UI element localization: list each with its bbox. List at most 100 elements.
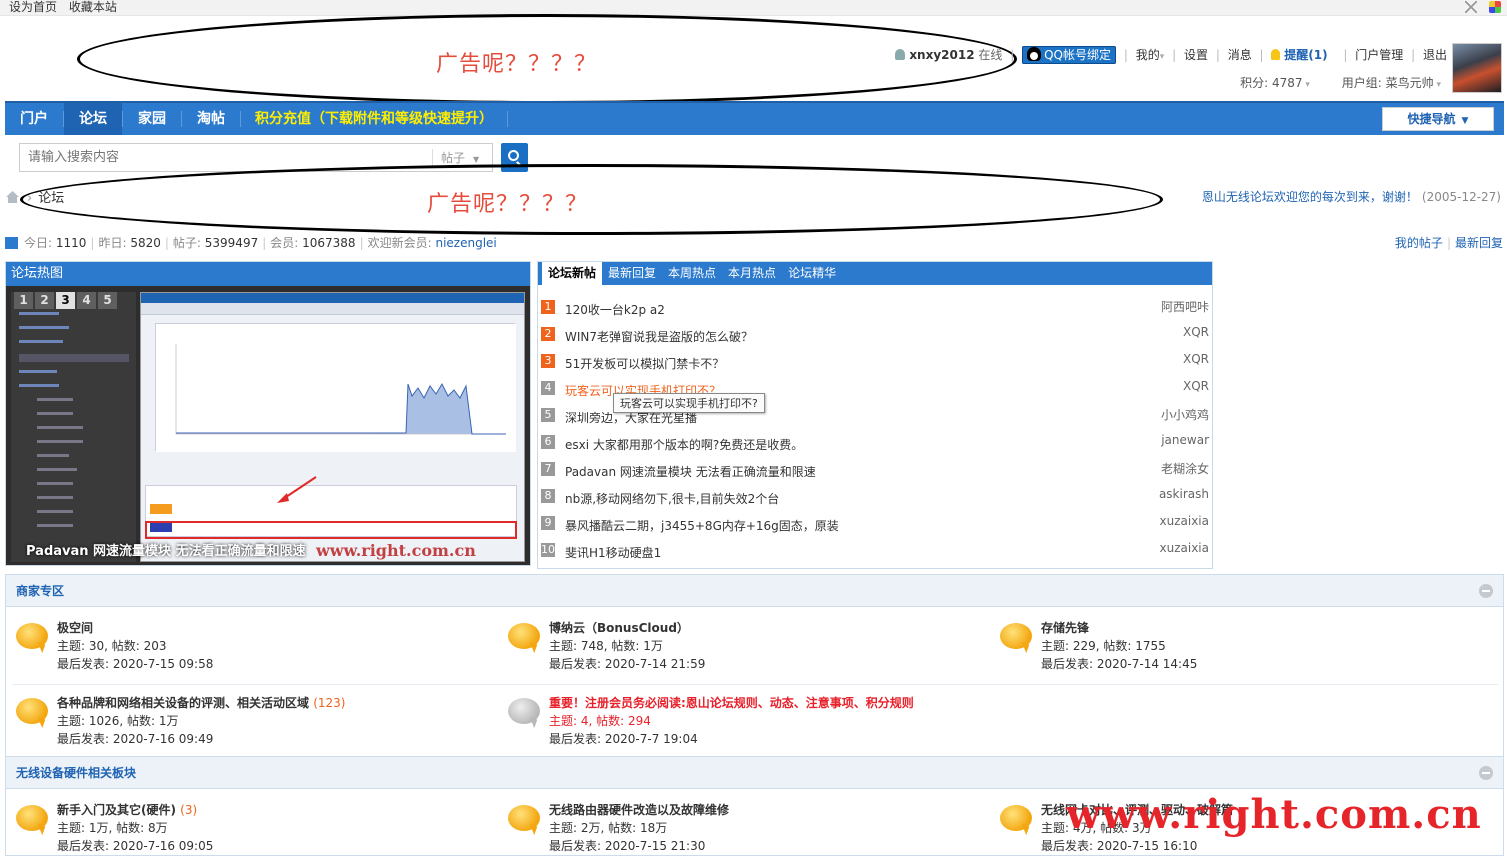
collapse-icon[interactable] [1479, 766, 1493, 780]
hot-page-5[interactable]: 5 [98, 292, 117, 309]
settings-link[interactable]: 设置 [1184, 48, 1208, 62]
thread-author[interactable]: 小小鸡鸡 [1161, 406, 1209, 423]
forum-item: 各种品牌和网络相关设备的评测、相关活动区域 (123) 主题: 1026, 帖数… [16, 694, 486, 754]
thread-title[interactable]: 斐讯H1移动硬盘1 [565, 544, 661, 561]
latest-replies-link[interactable]: 最新回复 [1455, 236, 1503, 250]
forum-item: 极空间 主题: 30, 帖数: 203 最后发表: 2020-7-15 09:5… [16, 619, 486, 679]
forum-last-post[interactable]: 最后发表: 2020-7-15 16:10 [1041, 837, 1197, 854]
thread-title[interactable]: 120收一台k2p a2 [565, 301, 665, 318]
forum-last-post[interactable]: 最后发表: 2020-7-16 09:49 [57, 730, 213, 747]
screenshot-sidebar [11, 292, 136, 562]
reminder-link[interactable]: 提醒(1) [1284, 48, 1327, 62]
nav-home[interactable]: 家园 [123, 103, 181, 135]
tab-digest[interactable]: 论坛精华 [782, 262, 842, 285]
hot-page-2[interactable]: 2 [35, 292, 54, 309]
forum-last-post[interactable]: 最后发表: 2020-7-15 21:30 [549, 837, 705, 854]
thread-item: 8 nb源,移动网络勿下,很卡,目前失效2个台 askirash [538, 485, 1212, 512]
thread-author[interactable]: 老糊涂女 [1161, 460, 1209, 477]
thread-title[interactable]: nb源,移动网络勿下,很卡,目前失效2个台 [565, 490, 779, 507]
screenshot-highlight-box [145, 521, 517, 539]
search-button[interactable] [501, 143, 528, 172]
group-title[interactable]: 商家专区 [6, 575, 1503, 607]
thread-author[interactable]: 阿西吧咔 [1161, 298, 1209, 315]
nav-forum[interactable]: 论坛 [64, 103, 122, 135]
tab-new-threads[interactable]: 论坛新帖 [542, 262, 603, 285]
set-home-link[interactable]: 设为首页 [9, 0, 57, 14]
hot-page-3[interactable]: 3 [56, 292, 75, 309]
thread-item: 9 暴风播酷云二期，j3455+8G内存+16g固态，原装 xuzaixia [538, 512, 1212, 539]
forum-last-post[interactable]: 最后发表: 2020-7-14 21:59 [549, 655, 705, 672]
bar-chart-icon [5, 237, 18, 249]
forum-name[interactable]: 各种品牌和网络相关设备的评测、相关活动区域 [57, 696, 309, 710]
my-menu[interactable]: 我的 [1136, 48, 1160, 62]
tab-monthly-hot[interactable]: 本月热点 [722, 262, 782, 285]
hot-image-panel: 论坛热图 Padavan 网速流量模块 无法看正确流量和限速 www.right… [5, 261, 531, 566]
collapse-icon[interactable] [1479, 584, 1493, 598]
home-icon[interactable] [6, 191, 19, 203]
messages-link[interactable]: 消息 [1228, 48, 1252, 62]
forum-bubble-icon [1000, 805, 1032, 831]
forum-bubble-icon [1000, 623, 1032, 649]
thread-title[interactable]: 51开发板可以模拟门禁卡不？ [565, 355, 724, 372]
forum-name[interactable]: 无线路由器硬件改造以及故障维修 [549, 801, 729, 818]
site-watermark: www.right.com.cn [1066, 791, 1482, 838]
forum-stats: 主题: 229, 帖数: 1755 [1041, 639, 1166, 653]
thread-list-panel: 论坛新帖 最新回复 本周热点 本月热点 论坛精华 1 120收一台k2p a2 阿西吧咔 2… [537, 261, 1213, 569]
thread-title[interactable]: esxi 大家都用那个版本的啊?免费还是收费。 [565, 436, 803, 453]
forum-name[interactable]: 存储先锋 [1041, 619, 1089, 636]
forum-last-post[interactable]: 最后发表: 2020-7-14 14:45 [1041, 655, 1197, 672]
avatar[interactable] [1452, 43, 1502, 93]
nav-taotie[interactable]: 淘帖 [182, 103, 240, 135]
forum-name[interactable]: 重要！注册会员务必阅读:恩山论坛规则、动态、注意事项、积分规则 [549, 694, 914, 711]
nav-portal[interactable]: 门户 [5, 103, 63, 135]
forum-last-post[interactable]: 最后发表: 2020-7-15 09:58 [57, 655, 213, 672]
thread-title[interactable]: WIN7老弹窗说我是盗版的怎么破？ [565, 328, 753, 345]
thread-title[interactable]: 暴风播酷云二期，j3455+8G内存+16g固态，原装 [565, 517, 839, 534]
search-input[interactable] [20, 144, 430, 171]
qq-bind-button[interactable]: QQ帐号绑定 [1022, 46, 1117, 64]
thread-author[interactable]: XQR [1183, 325, 1209, 339]
logout-link[interactable]: 退出 [1423, 48, 1447, 62]
hot-image-caption[interactable]: Padavan 网速流量模块 无法看正确流量和限速 [26, 540, 306, 559]
username-link[interactable]: xnxy2012 [909, 48, 974, 62]
search-type-select[interactable]: 帖子 ▼ [432, 149, 490, 167]
hot-page-1[interactable]: 1 [14, 292, 33, 309]
thread-author[interactable]: xuzaixia [1160, 514, 1209, 528]
thread-title[interactable]: Padavan 网速流量模块 无法看正确流量和限速 [565, 463, 816, 480]
forum-last-post[interactable]: 最后发表: 2020-7-7 19:04 [549, 730, 698, 747]
forum-name[interactable]: 新手入门及其它(硬件) [57, 803, 176, 817]
forum-name[interactable]: 极空间 [57, 619, 93, 636]
tab-latest-replies[interactable]: 最新回复 [602, 262, 662, 285]
usergroup-menu[interactable]: 用户组: 菜鸟元帅 [1342, 76, 1434, 90]
hot-image[interactable]: Padavan 网速流量模块 无法看正确流量和限速 www.right.com.… [6, 286, 530, 565]
quick-nav-button[interactable]: 快捷导航 ▼ [1382, 107, 1494, 131]
thread-author[interactable]: XQR [1183, 352, 1209, 366]
tab-weekly-hot[interactable]: 本周热点 [662, 262, 722, 285]
thread-author[interactable]: XQR [1183, 379, 1209, 393]
my-posts-link[interactable]: 我的帖子 [1395, 236, 1443, 250]
portal-admin-link[interactable]: 门户管理 [1355, 48, 1403, 62]
group-title[interactable]: 无线设备硬件相关板块 [6, 757, 1503, 789]
bookmark-link[interactable]: 收藏本站 [69, 0, 117, 14]
style-switch-icon[interactable] [1489, 1, 1501, 13]
points-menu[interactable]: 积分: 4787 [1240, 76, 1302, 90]
ad-placeholder-breadcrumb: 广告呢？？？？ [427, 192, 589, 217]
thread-author[interactable]: janewar [1161, 433, 1209, 447]
thread-author[interactable]: askirash [1159, 487, 1209, 501]
new-member-link[interactable]: niezenglei [435, 236, 496, 250]
search-icon [508, 150, 519, 161]
tools-icon[interactable] [1465, 1, 1478, 13]
forum-name[interactable]: 博纳云（BonusCloud） [549, 619, 689, 636]
thread-item: 3 51开发板可以模拟门禁卡不？ XQR [538, 350, 1212, 377]
chevron-down-icon: ▾ [1159, 52, 1165, 62]
hot-page-4[interactable]: 4 [77, 292, 96, 309]
thread-item: 7 Padavan 网速流量模块 无法看正确流量和限速 老糊涂女 [538, 458, 1212, 485]
breadcrumb: › 论坛 [6, 187, 64, 206]
breadcrumb-forum[interactable]: 论坛 [38, 191, 64, 206]
nav-points-recharge[interactable]: 积分充值（下载附件和等级快速提升） [253, 103, 495, 135]
forum-bubble-icon [16, 623, 48, 649]
thread-author[interactable]: xuzaixia [1160, 541, 1209, 555]
chevron-down-icon: ▼ [473, 155, 480, 164]
screenshot-traffic-plot [155, 323, 516, 452]
forum-last-post[interactable]: 最后发表: 2020-7-16 09:05 [57, 837, 213, 854]
